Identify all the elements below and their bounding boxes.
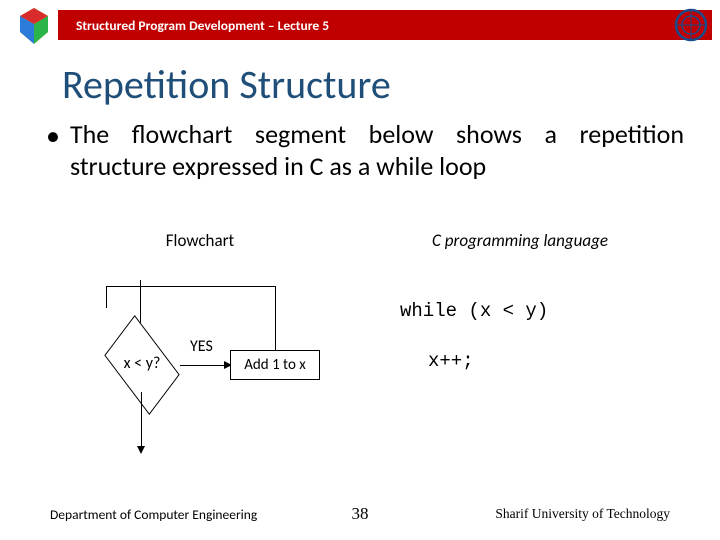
footer-university: Sharif University of Technology <box>495 506 670 522</box>
flow-arrow-exit-icon <box>141 392 142 452</box>
flow-line <box>275 338 276 350</box>
col-right-heading: C programming language <box>360 230 680 251</box>
process-box: Add 1 to x <box>230 350 320 380</box>
slide-header: Structured Program Development – Lecture… <box>0 0 720 48</box>
footer-department: Department of Computer Engineering <box>50 506 257 523</box>
code-line: x++; <box>400 350 650 372</box>
logo-left-icon <box>12 4 56 48</box>
slide-number: 38 <box>352 504 369 524</box>
flow-line <box>106 286 276 287</box>
flow-line <box>106 286 107 308</box>
flow-line <box>275 286 276 339</box>
yes-label: YES <box>190 337 213 356</box>
slide-footer: Department of Computer Engineering 38 Sh… <box>0 502 720 526</box>
bullet-block: • The flowchart segment below shows a re… <box>46 119 684 182</box>
code-line: while (x < y) <box>400 300 650 322</box>
course-title: Structured Program Development – Lecture… <box>76 17 329 34</box>
code-block: while (x < y) x++; <box>400 300 650 372</box>
col-left-heading: Flowchart <box>40 230 360 251</box>
decision-label: x < y? <box>108 354 176 373</box>
logo-right-icon <box>674 8 708 42</box>
column-headings: Flowchart C programming language <box>40 230 680 251</box>
slide-title: Repetition Structure <box>62 60 720 109</box>
header-bar: Structured Program Development – Lecture… <box>58 10 712 40</box>
bullet-text: The flowchart segment below shows a repe… <box>70 119 684 182</box>
flowchart-diagram: x < y? YES Add 1 to x <box>80 280 340 480</box>
bullet-dot-icon: • <box>46 119 60 153</box>
flow-arrow-right-icon <box>180 365 230 366</box>
